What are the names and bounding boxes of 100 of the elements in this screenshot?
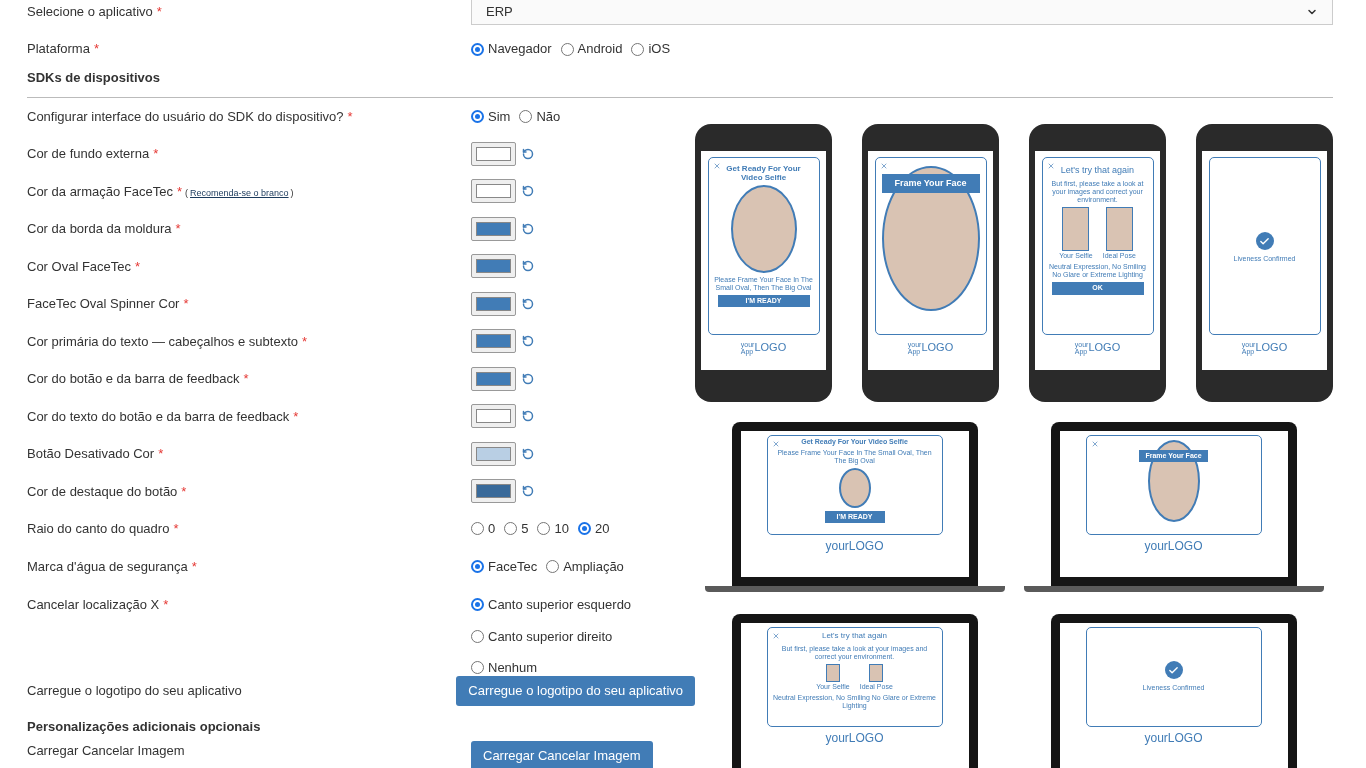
screen-title: Let's try that again [1060,163,1135,177]
photo-placeholder [1105,207,1133,251]
radio-label: Navegador [488,40,552,59]
logo-text: yourLOGO [1144,537,1203,555]
section-title: Personalizações adicionais opcionais [27,718,262,737]
radio-label: Sim [488,107,511,126]
field-label: Selecione o aplicativo [27,3,153,19]
reset-icon[interactable] [522,222,534,235]
radio-button[interactable] [631,42,645,56]
radio-label: 10 [554,520,569,538]
photo-placeholder [1062,207,1090,251]
field-label: Cor do texto do botão e da barra de feedback [27,408,290,424]
color-picker[interactable] [471,366,516,391]
reset-icon[interactable] [522,485,534,498]
logo-text: yourLOGO [825,729,884,747]
radio-label: Não [536,107,561,126]
note-paren: ( [185,187,188,198]
required-mark: * [176,183,182,199]
close-icon [771,631,780,640]
logo-text: yourLOGO [825,537,884,555]
radio-button[interactable] [471,559,484,573]
required-mark: * [163,597,169,612]
required-mark: * [158,446,164,461]
radio-button[interactable] [577,522,591,536]
field-label: Cor primária do texto — cabeçalhos e subtexto [27,333,298,349]
field-label: Cor Oval FaceTec [27,258,132,274]
required-mark: * [301,333,308,349]
reset-icon[interactable] [522,297,534,310]
color-picker[interactable] [471,216,516,241]
field-label: Raio do canto do quadro [27,521,170,536]
radio-button[interactable] [471,661,484,675]
color-picker[interactable] [471,329,516,354]
close-icon [1090,439,1099,448]
reset-icon[interactable] [522,147,534,160]
radio-label: iOS [648,40,671,59]
color-picker[interactable] [471,291,516,316]
field-label: FaceTec Oval Spinner Cor [27,296,180,311]
frame-banner: Frame Your Face [881,173,980,193]
radio-button[interactable] [471,109,484,123]
required-mark: * [183,296,189,311]
field-label: Cor de destaque do botão [27,483,178,499]
required-mark: * [135,258,141,274]
radio-label: 20 [594,520,610,538]
section-title: SDKs de dispositivos [27,69,161,87]
radio-button[interactable] [471,522,484,536]
color-picker[interactable] [471,404,516,429]
color-picker[interactable] [471,441,516,466]
radio-button[interactable] [560,42,574,56]
radio-label: Nenhum [488,659,538,677]
field-label: Cor do botão e da barra de feedback [27,371,240,386]
field-label: Cor de fundo externa [27,146,150,161]
close-icon [1046,161,1055,170]
app-select[interactable]: ERP [471,0,1333,25]
radio-label: Ampliação [563,557,624,576]
radio-label: 0 [488,520,496,538]
color-picker[interactable] [471,141,516,166]
radio-button[interactable] [471,629,484,643]
required-mark: * [191,558,197,574]
required-mark: * [153,146,159,161]
screen-title: Get Ready For Your Video Selfie [725,163,802,182]
reset-icon[interactable] [522,260,534,273]
radio-button[interactable] [519,109,533,123]
field-label: Cor da borda da moldura [27,221,172,236]
required-mark: * [347,108,353,124]
close-icon [879,161,888,170]
note-paren: ) [290,187,294,198]
field-label: Botão Desativado Cor [27,446,155,461]
radio-label: Canto superior direito [488,627,613,646]
field-label: Cancelar localização X [27,597,160,612]
reset-icon[interactable] [522,410,534,423]
field-label: Carregue o logotipo do seu aplicativo [27,683,242,699]
radio-label: Android [577,40,623,59]
photo-placeholder [825,663,840,682]
reset-icon[interactable] [522,185,534,198]
required-mark: * [93,41,99,57]
radio-button[interactable] [504,522,518,536]
reset-icon[interactable] [522,335,534,348]
logo-text: yourLOGO [1144,729,1203,747]
radio-button[interactable] [471,598,484,612]
required-mark: * [173,521,179,536]
color-picker[interactable] [471,179,516,204]
required-mark: * [243,371,249,386]
upload-button[interactable]: Carregar Cancelar Imagem [471,741,653,768]
radio-button[interactable] [471,42,484,56]
close-icon [771,439,780,448]
photo-placeholder [869,663,884,682]
required-mark: * [175,221,181,236]
required-mark: * [293,408,299,424]
color-picker[interactable] [471,254,516,279]
upload-button[interactable]: Carregue o logotipo do seu aplicativo [456,676,695,706]
close-icon [712,161,721,170]
color-picker[interactable] [471,479,516,504]
reset-icon[interactable] [522,372,534,385]
reset-icon[interactable] [522,447,534,460]
radio-label: FaceTec [488,557,538,576]
required-mark: * [181,483,187,499]
screen-title: Let's try that again [821,629,888,642]
radio-button[interactable] [546,559,560,573]
recommendation-link[interactable]: Recomenda-se o branco [190,187,289,198]
radio-button[interactable] [537,522,551,536]
